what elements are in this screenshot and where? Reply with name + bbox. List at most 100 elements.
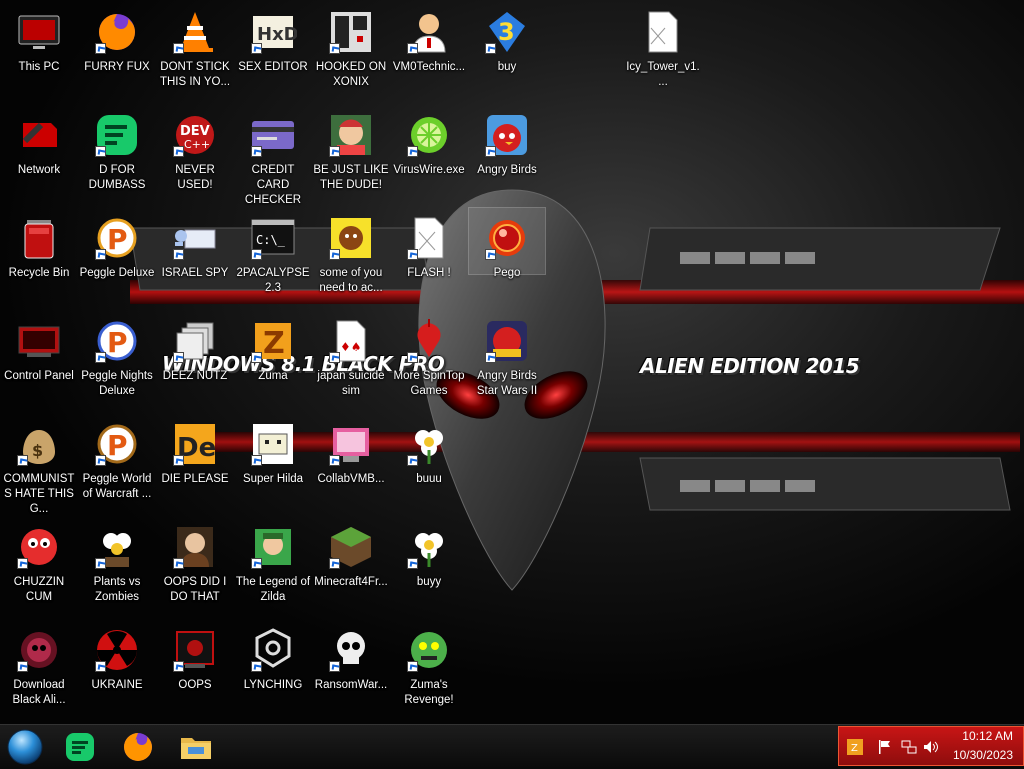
zuma-icon: Z xyxy=(249,317,297,365)
desktop-icon-label: OOPS xyxy=(178,679,212,691)
desktop-icon-die-please[interactable]: De DIE PLEASE xyxy=(157,414,233,514)
desktop-icon-zuma[interactable]: Z Zuma xyxy=(235,311,311,411)
desktop-icon-peggle-world-of-warcraft[interactable]: P Peggle World of Warcraft ... xyxy=(79,414,155,514)
desktop-icon-angry-birds-star-wars-ii[interactable]: Angry Birds Star Wars II xyxy=(469,311,545,411)
shortcut-arrow-icon xyxy=(407,661,418,672)
desktop-icon-chuzzin-cum[interactable]: CHUZZIN CUM xyxy=(1,517,77,617)
peggle-wow-icon: P xyxy=(93,420,141,468)
shortcut-arrow-icon xyxy=(95,455,106,466)
desktop-icon-buy[interactable]: 3 buy xyxy=(469,2,545,102)
app-tray-icon[interactable]: Z xyxy=(847,739,863,755)
network-tray-icon[interactable] xyxy=(901,739,917,755)
desktop-icon-ransomwar[interactable]: RansomWar... xyxy=(313,620,389,720)
desktop-icon-plants-vs-zombies[interactable]: Plants vs Zombies xyxy=(79,517,155,617)
svg-text:Z: Z xyxy=(263,326,285,361)
shortcut-arrow-icon xyxy=(173,558,184,569)
desktop-icon-network[interactable]: Network xyxy=(1,105,77,205)
desktop-icon-label: some of you need to ac... xyxy=(319,267,383,294)
flag-icon[interactable] xyxy=(877,739,893,755)
desktop-icon-pego[interactable]: Pego xyxy=(468,207,546,279)
chat-app-icon xyxy=(66,733,94,761)
desktop-icon-israel-spy[interactable]: ISRAEL SPY xyxy=(157,208,233,308)
desktop-icon-sex-editor[interactable]: HxD SEX EDITOR xyxy=(235,2,311,102)
peggle-nights-icon: P xyxy=(93,317,141,365)
desktop-icon-viruswire-exe[interactable]: VirusWire.exe xyxy=(391,105,467,205)
desktop-icon-oops-did-i-do-that[interactable]: OOPS DID I DO THAT xyxy=(157,517,233,617)
flash-icon xyxy=(405,214,453,262)
desktop-icon-super-hilda[interactable]: Super Hilda xyxy=(235,414,311,514)
shortcut-arrow-icon xyxy=(329,455,340,466)
volume-icon[interactable] xyxy=(923,739,939,755)
de-icon: De xyxy=(171,420,219,468)
desktop-icon-label: OOPS DID I DO THAT xyxy=(163,576,227,603)
shortcut-arrow-icon xyxy=(407,455,418,466)
control-panel-icon xyxy=(15,317,63,365)
desktop-icon-label: This PC xyxy=(18,61,60,73)
desktop-icon-credit-card-checker[interactable]: CREDIT CARD CHECKER xyxy=(235,105,311,206)
desktop-icon-peggle-deluxe[interactable]: P Peggle Deluxe xyxy=(79,208,155,308)
desktop-icon-ukraine[interactable]: UKRAINE xyxy=(79,620,155,720)
taskbar-firefox[interactable] xyxy=(118,727,158,767)
desktop-icon-some-of-you-need-to-ac[interactable]: some of you need to ac... xyxy=(313,208,389,308)
clock-time[interactable]: 10:12 AM xyxy=(962,729,1013,743)
desktop-icon-label: Angry Birds xyxy=(477,164,537,176)
svg-text:P: P xyxy=(107,223,128,256)
desktop-icon-flash[interactable]: FLASH ! xyxy=(391,208,467,308)
shortcut-arrow-icon xyxy=(173,249,184,260)
desktop-icon-2pacalypse-2-3[interactable]: C:\_ 2PACALYPSE 2.3 xyxy=(235,208,311,308)
minecraft-icon xyxy=(327,523,375,571)
desktop-icon-label: DEEZ NUTZ xyxy=(162,370,228,382)
desktop-icon-furry-fux[interactable]: FURRY FUX xyxy=(79,2,155,102)
doctor-icon xyxy=(405,8,453,56)
dude-icon xyxy=(327,111,375,159)
desktop-icon-label: Zuma's Revenge! xyxy=(404,679,454,706)
desktop-icon-zuma-s-revenge[interactable]: Zuma's Revenge! xyxy=(391,620,467,720)
desktop-icon-lynching[interactable]: LYNCHING xyxy=(235,620,311,720)
desktop-icon-buyy[interactable]: buyy xyxy=(391,517,467,617)
desktop-icon-label: Zuma xyxy=(258,370,288,382)
shortcut-arrow-icon xyxy=(17,661,28,672)
taskbar-chat-app[interactable] xyxy=(60,727,100,767)
desktop-icon-dont-stick-this-in-yo[interactable]: DONT STICK THIS IN YO... xyxy=(157,2,233,102)
desktop-icon-label: Control Panel xyxy=(4,370,74,382)
desktop-icon-d-for-dumbass[interactable]: D FOR DUMBASS xyxy=(79,105,155,205)
desktop-icon-label: BE JUST LIKE THE DUDE! xyxy=(313,164,389,191)
desktop-icon-more-spintop-games[interactable]: More SpinTop Games xyxy=(391,311,467,411)
shortcut-arrow-icon xyxy=(95,558,106,569)
desktop-icon-label: The Legend of Zilda xyxy=(235,576,311,603)
desktop-icon-never-used[interactable]: DEV C++ NEVER USED! xyxy=(157,105,233,205)
radiation-icon xyxy=(93,626,141,674)
desktop-icon-peggle-nights-deluxe[interactable]: P Peggle Nights Deluxe xyxy=(79,311,155,411)
shortcut-arrow-icon xyxy=(251,249,262,260)
desktop-icon-hooked-on-xonix[interactable]: HOOKED ON XONIX xyxy=(313,2,389,102)
taskbar-file-explorer[interactable] xyxy=(176,727,216,767)
desktop: WINDOWS 8.1 BLACK PRO ALIEN EDITION 2015… xyxy=(0,0,1024,724)
shortcut-arrow-icon xyxy=(251,661,262,672)
desktop-icon-the-legend-of-zilda[interactable]: The Legend of Zilda xyxy=(235,517,311,617)
desktop-icon-icy-tower-v1[interactable]: Icy_Tower_v1.... xyxy=(625,2,701,102)
shortcut-arrow-icon xyxy=(407,249,418,260)
shortcut-arrow-icon xyxy=(95,661,106,672)
lynch-icon xyxy=(249,626,297,674)
desktop-icon-label: More SpinTop Games xyxy=(393,370,465,397)
shortcut-arrow-icon xyxy=(95,249,106,260)
desktop-icon-angry-birds[interactable]: Angry Birds xyxy=(469,105,545,205)
desktop-icon-be-just-like-the-dude[interactable]: BE JUST LIKE THE DUDE! xyxy=(313,105,389,205)
desktop-icon-download-black-ali[interactable]: Download Black Ali... xyxy=(1,620,77,720)
desktop-icon-minecraft4fr[interactable]: Minecraft4Fr... xyxy=(313,517,389,617)
desktop-icon-communists-hate-this-g[interactable]: $ COMMUNISTS HATE THIS G... xyxy=(1,414,77,515)
svg-text:C++: C++ xyxy=(184,138,210,151)
desktop-icon-control-panel[interactable]: Control Panel xyxy=(1,311,77,411)
desktop-icon-buuu[interactable]: buuu xyxy=(391,414,467,514)
desktop-icon-this-pc[interactable]: This PC xyxy=(1,2,77,102)
clock-date[interactable]: 10/30/2023 xyxy=(953,748,1013,762)
desktop-icon-label: CHUZZIN CUM xyxy=(13,576,65,603)
desktop-icon-collabvmb[interactable]: CollabVMB... xyxy=(313,414,389,514)
desktop-icon-vm0technic[interactable]: VM0Technic... xyxy=(391,2,467,102)
desktop-icon-recycle-bin[interactable]: Recycle Bin xyxy=(1,208,77,308)
desktop-icon-oops[interactable]: OOPS xyxy=(157,620,233,720)
desktop-icon-label: Download Black Ali... xyxy=(12,679,66,706)
desktop-icon-japan-suicide-sim[interactable]: ♦♠ japan suicide sim xyxy=(313,311,389,411)
start-button[interactable] xyxy=(5,727,45,767)
desktop-icon-deez-nutz[interactable]: DEEZ NUTZ xyxy=(157,311,233,411)
